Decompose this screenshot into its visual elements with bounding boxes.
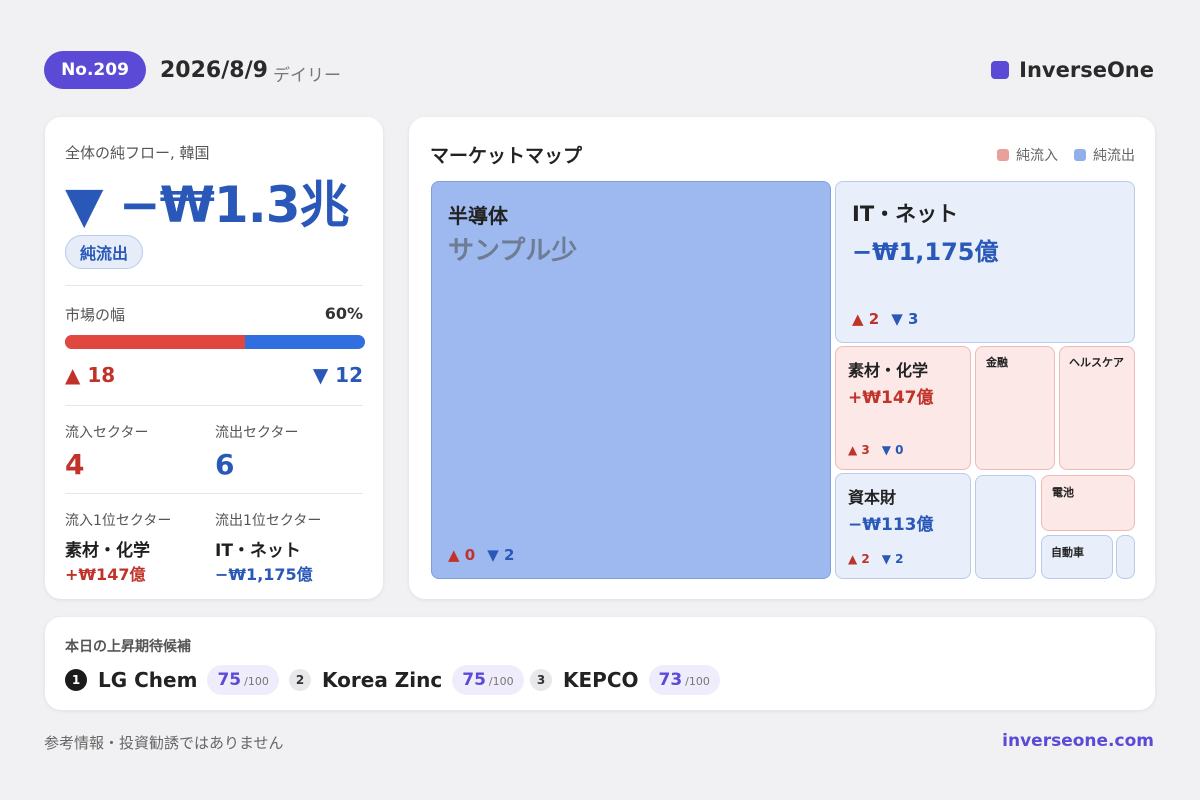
tile-note: サンプル少 (448, 236, 578, 266)
tile-unlabeled[interactable] (1116, 535, 1135, 579)
tile-name: 素材・化学 (848, 361, 929, 380)
score-value: 73 (658, 670, 683, 690)
score-value: 75 (462, 670, 486, 690)
outflow-sectors-count: 6 (215, 448, 235, 481)
breadth-bar (65, 335, 365, 349)
legend-outflow: 純流出 (1074, 145, 1135, 165)
net-flow-value: ▼ −₩1.3兆 (65, 176, 349, 234)
candidate-item[interactable]: 3 KEPCO 73 /100 (530, 665, 720, 695)
report-period: デイリー (273, 66, 341, 86)
tile-unlabeled[interactable] (975, 475, 1036, 579)
top-inflow-sector: 流入1位セクター 素材・化学 +₩147億 (65, 510, 171, 585)
summary-card: 全体の純フロー, 韓国 ▼ −₩1.3兆 純流出 市場の幅 60% ▲ 18 ▼… (45, 117, 383, 599)
tile-automotive[interactable]: 自動車 (1041, 535, 1113, 579)
score-badge: 73 /100 (648, 665, 720, 695)
report-date: 2026/8/9 (160, 58, 268, 83)
brand-logo-icon (991, 61, 1010, 79)
issue-badge: No.209 (44, 51, 146, 89)
tile-semiconductors[interactable]: 半導体 サンプル少 ▲ 0 ▼ 2 (431, 181, 831, 579)
decliners-count: ▼ 12 (312, 363, 363, 387)
market-map-legend: 純流入 純流出 (997, 145, 1135, 165)
tile-name: 自動車 (1051, 546, 1084, 559)
tile-counts: ▲ 3 ▼ 0 (848, 443, 904, 457)
tile-name: 半導体 (448, 204, 508, 228)
advancers-count: ▲ 18 (65, 363, 116, 387)
inflow-sectors-label: 流入セクター (65, 425, 149, 441)
divider (65, 285, 363, 286)
outflow-swatch-icon (1074, 149, 1086, 161)
candidate-item[interactable]: 1 LG Chem 75 /100 (65, 665, 279, 695)
score-max: /100 (488, 675, 514, 688)
tile-counts: ▲ 2 ▼ 2 (848, 552, 904, 566)
tile-materials-chemicals[interactable]: 素材・化学 +₩147億 ▲ 3 ▼ 0 (835, 346, 971, 470)
divider (65, 493, 363, 494)
tile-name: 資本財 (848, 488, 897, 507)
score-value: 75 (217, 670, 242, 690)
rank-badge: 3 (530, 669, 552, 691)
divider (65, 405, 363, 406)
breadth-label: 市場の幅 (65, 306, 126, 324)
tile-name: 金融 (986, 356, 1008, 369)
outflow-sectors-stat: 流出セクター 6 (215, 422, 298, 481)
site-link[interactable]: inverseone.com (1002, 731, 1154, 751)
inflow-sectors-stat: 流入セクター 4 (65, 422, 148, 481)
candidates-card: 本日の上昇期待候補 1 LG Chem 75 /100 2 Korea Zinc… (45, 617, 1155, 710)
inflow-swatch-icon (997, 149, 1009, 161)
tile-finance[interactable]: 金融 (975, 346, 1055, 470)
candidate-name: KEPCO (563, 668, 639, 692)
candidates-title: 本日の上昇期待候補 (65, 639, 191, 655)
tile-value: −₩1,175億 (852, 238, 999, 266)
net-flow-badge: 純流出 (65, 235, 144, 269)
tile-battery[interactable]: 電池 (1041, 475, 1135, 531)
tile-name: 電池 (1052, 486, 1074, 499)
top-outflow-name: IT・ネット (215, 541, 301, 561)
brand-name: InverseOne (1019, 58, 1154, 82)
tile-it-internet[interactable]: IT・ネット −₩1,175億 ▲ 2 ▼ 3 (835, 181, 1135, 343)
brand: InverseOne (991, 58, 1154, 82)
breadth-percent: 60% (324, 304, 363, 323)
top-outflow-sector: 流出1位セクター IT・ネット −₩1,175億 (215, 510, 321, 585)
score-max: /100 (685, 675, 710, 688)
score-max: /100 (244, 675, 269, 688)
candidate-name: LG Chem (98, 668, 198, 692)
tile-healthcare[interactable]: ヘルスケア (1059, 346, 1135, 470)
market-map-card: マーケットマップ 純流入 純流出 半導体 サンプル少 ▲ 0 ▼ 2 IT・ネット… (409, 117, 1155, 599)
top-inflow-value: +₩147億 (65, 565, 146, 584)
outflow-sectors-label: 流出セクター (215, 425, 299, 441)
score-badge: 75 /100 (452, 665, 524, 695)
disclaimer: 参考情報・投資勧誘ではありません (44, 734, 284, 752)
candidate-item[interactable]: 2 Korea Zinc 75 /100 (289, 665, 524, 695)
breadth-bar-fill (65, 335, 245, 349)
top-inflow-label: 流入1位セクター (65, 513, 172, 529)
top-outflow-label: 流出1位セクター (215, 513, 322, 529)
tile-name: IT・ネット (852, 202, 959, 226)
score-badge: 75 /100 (207, 665, 279, 695)
tile-value: −₩113億 (848, 515, 934, 535)
legend-inflow: 純流入 (997, 145, 1058, 165)
inflow-sectors-count: 4 (65, 448, 85, 481)
top-inflow-name: 素材・化学 (65, 541, 150, 561)
top-outflow-value: −₩1,175億 (215, 565, 313, 584)
net-flow-label: 全体の純フロー, 韓国 (65, 144, 210, 162)
tile-value: +₩147億 (848, 388, 934, 408)
market-map-title: マーケットマップ (430, 145, 583, 167)
rank-badge: 1 (65, 669, 87, 691)
rank-badge: 2 (289, 669, 311, 691)
tile-counts: ▲ 0 ▼ 2 (448, 546, 515, 564)
candidate-name: Korea Zinc (322, 668, 443, 692)
tile-capital-goods[interactable]: 資本財 −₩113億 ▲ 2 ▼ 2 (835, 473, 971, 579)
tile-name: ヘルスケア (1069, 356, 1124, 369)
tile-counts: ▲ 2 ▼ 3 (852, 310, 919, 328)
